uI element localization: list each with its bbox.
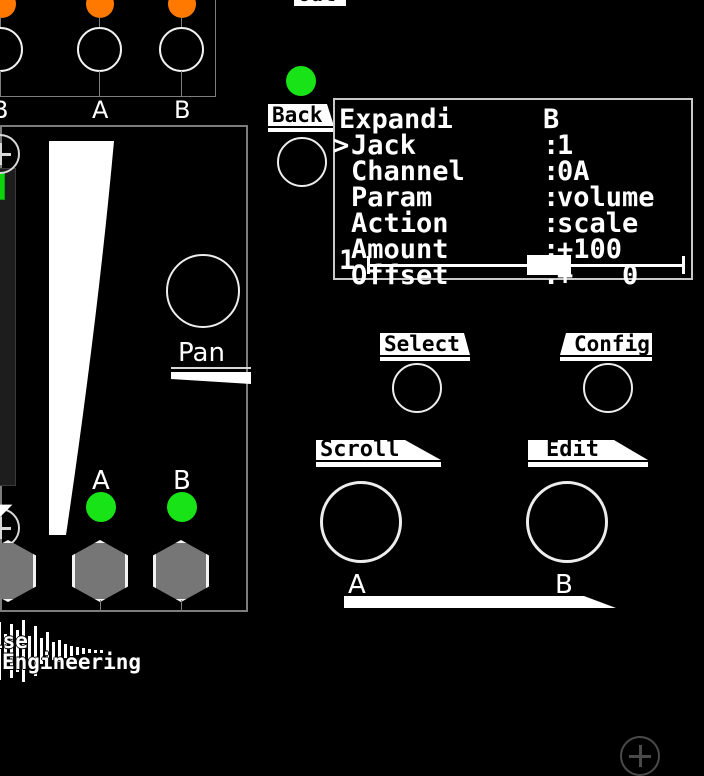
jack-label-0: B	[0, 96, 9, 124]
lcd-page-number: 1	[339, 245, 356, 276]
config-button[interactable]	[583, 363, 633, 413]
jack-stem-1	[99, 71, 100, 96]
back-button-label: Back	[272, 103, 323, 127]
hex-jack-2[interactable]	[153, 540, 211, 604]
bottom-label-b: B	[555, 570, 573, 600]
lcd-row-jack[interactable]: > Jack : 1	[333, 130, 689, 161]
module-rack-canvas: B A B Out ◤ Pan A B	[0, 0, 704, 776]
back-button[interactable]	[277, 137, 327, 187]
left-panel-bottom-edge	[0, 610, 248, 612]
jack-top-2[interactable]	[159, 27, 204, 72]
fader-swoosh	[49, 141, 114, 535]
lcd-row-action[interactable]: Action : scale	[339, 208, 689, 239]
left-edge-glyph: ◤	[0, 498, 13, 526]
scroll-knob[interactable]	[320, 481, 402, 563]
lcd-title-row: Expandi B	[339, 104, 689, 135]
select-button[interactable]	[392, 363, 442, 413]
level-slider-handle[interactable]	[0, 172, 5, 200]
led-label-b: B	[173, 466, 191, 496]
lcd-row-channel[interactable]: Channel : 0A	[339, 156, 689, 187]
level-slider-track[interactable]	[0, 168, 16, 486]
lcd-scrollbar-thumb[interactable]	[527, 255, 571, 275]
pan-taper-bar	[171, 372, 251, 384]
hex-stem-2	[181, 600, 182, 611]
left-divider-rule	[0, 125, 248, 127]
jack-label-1: A	[92, 96, 109, 124]
hex-jack-0[interactable]	[0, 540, 38, 604]
jack-label-2: B	[174, 96, 191, 124]
edit-knob[interactable]	[526, 481, 608, 563]
scroll-knob-label-group[interactable]: Scroll	[316, 437, 441, 474]
led-green-b	[167, 492, 197, 522]
bottom-taper-bar	[344, 596, 616, 608]
edit-knob-label: Edit	[546, 437, 599, 462]
left-panel-right-edge	[246, 126, 248, 612]
led-label-a: A	[92, 466, 110, 496]
back-button-label-group[interactable]: Back	[268, 103, 334, 134]
select-button-label: Select	[384, 332, 460, 356]
lcd-scrollbar-track[interactable]	[367, 264, 685, 267]
hex-jack-1[interactable]	[72, 540, 130, 604]
lcd-row-param[interactable]: Param : volume	[339, 182, 689, 213]
pan-rule	[171, 367, 251, 369]
pan-label: Pan	[178, 338, 225, 368]
scroll-knob-label: Scroll	[320, 437, 400, 462]
pan-knob[interactable]	[166, 254, 240, 328]
hex-stem-0	[0, 600, 1, 611]
jack-stem-2	[181, 71, 182, 96]
add-module-icon[interactable]	[620, 736, 660, 776]
select-button-label-group[interactable]: Select	[380, 332, 470, 363]
jack-stem-0	[0, 71, 1, 96]
out-tab-label: Out	[298, 0, 336, 6]
brand-text-line2: Engineering	[2, 650, 142, 674]
lcd-footer: 1	[335, 245, 691, 278]
config-button-label: Config	[574, 332, 650, 356]
config-button-label-group[interactable]: Config	[560, 332, 652, 363]
edit-knob-label-group[interactable]: Edit	[528, 437, 648, 474]
hex-stem-1	[100, 600, 101, 611]
left-top-edge	[215, 0, 216, 97]
lcd-scroll-cap-right	[682, 256, 685, 274]
jack-top-1[interactable]	[77, 27, 122, 72]
led-back-green	[286, 66, 316, 96]
lcd-display[interactable]: Expandi B > Jack : 1 Channel : 0A Param …	[333, 98, 693, 291]
bottom-label-a: A	[348, 570, 366, 600]
led-green-a	[86, 492, 116, 522]
